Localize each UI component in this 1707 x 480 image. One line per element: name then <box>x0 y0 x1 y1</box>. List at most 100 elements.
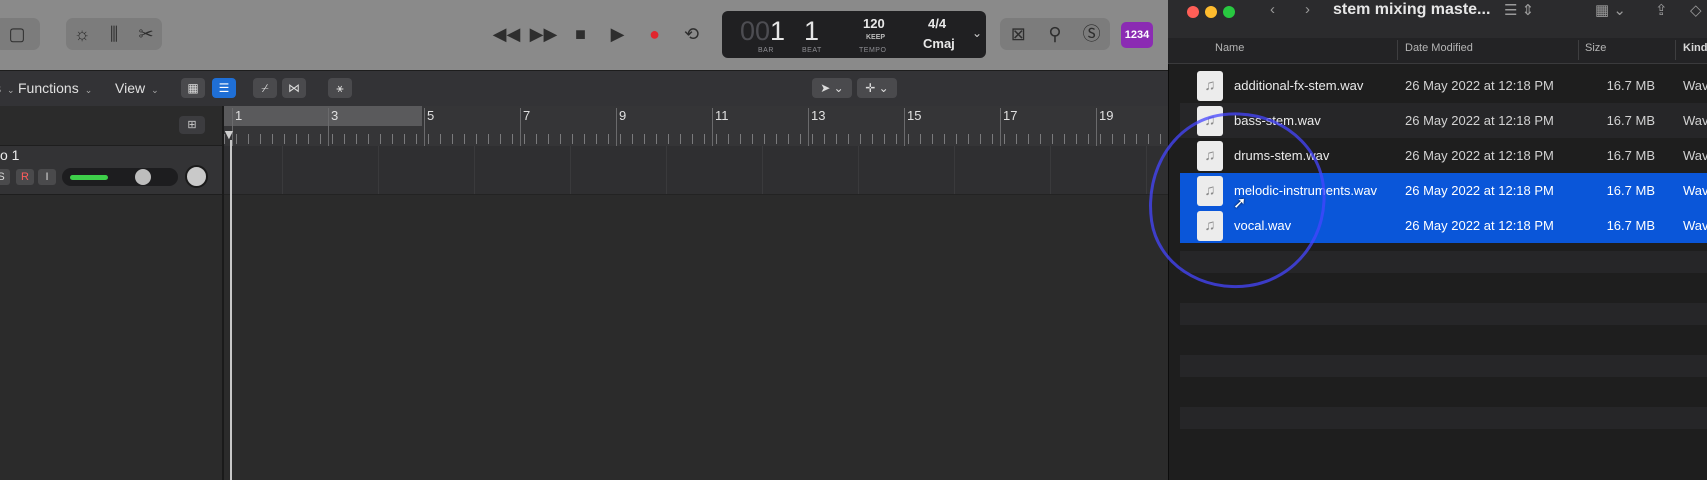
file-date-modified: 26 May 2022 at 12:18 PM <box>1405 218 1554 233</box>
automation-icon[interactable]: ⌿ <box>253 78 277 98</box>
view-menu[interactable]: View ⌄ <box>115 77 159 99</box>
file-kind: Wav <box>1683 218 1707 233</box>
ruler-bar-number: 15 <box>907 108 922 123</box>
ruler-bar-number: 7 <box>523 108 531 123</box>
share-icon[interactable]: ⇪ <box>1655 1 1668 19</box>
lane-grid-line <box>474 146 475 194</box>
zoom-window-icon[interactable] <box>1223 6 1235 18</box>
ruler-ticks <box>224 134 1168 144</box>
ruler-bar-line <box>1096 108 1097 146</box>
grid-view-icon[interactable]: ▦ ⌄ <box>1595 1 1626 19</box>
minimize-window-icon[interactable] <box>1205 6 1217 18</box>
add-track-icon[interactable]: ⊞ <box>179 116 205 134</box>
finder-window-title: stem mixing maste... <box>1333 1 1491 18</box>
playhead[interactable] <box>230 140 232 480</box>
library-icon[interactable]: ▢ <box>3 18 31 50</box>
chevron-down-icon: ⌄ <box>7 85 15 95</box>
ruler-bar-line <box>712 108 713 146</box>
lcd-time-signature: 4/4 <box>928 16 947 31</box>
column-kind[interactable]: Kind <box>1683 42 1707 54</box>
ruler-bar-number: 3 <box>331 108 339 123</box>
tag-icon[interactable]: ◇ <box>1690 1 1702 19</box>
track-lane[interactable] <box>224 146 1168 195</box>
grid-view-toggle-icon[interactable]: ▦ <box>181 78 205 98</box>
lcd-chevron-down-icon[interactable]: ⌄ <box>972 26 982 40</box>
tracks-menubar <box>0 70 1168 107</box>
cycle-region[interactable] <box>224 106 422 126</box>
list-view-toggle-icon[interactable]: ☰ <box>212 78 236 98</box>
list-view-icon[interactable]: ☰ ⇕ <box>1504 1 1534 19</box>
input-monitor-button[interactable]: I <box>38 169 56 185</box>
column-separator[interactable] <box>1675 40 1676 60</box>
file-kind: Wav <box>1683 78 1707 93</box>
solo-button[interactable]: S <box>0 169 10 185</box>
lcd-bar: 001 <box>740 16 786 46</box>
lcd-tempo: 120 <box>863 16 885 31</box>
lane-grid-line <box>1146 146 1147 194</box>
column-separator[interactable] <box>1397 40 1398 60</box>
tuner-icon[interactable]: ⚲ <box>1041 18 1069 50</box>
transport-controls: ◀◀ ▶▶ ■ ▶ ● ⟲ <box>488 18 710 50</box>
ruler-bar-number: 11 <box>715 108 729 123</box>
record-enable-button[interactable]: R <box>16 169 34 185</box>
ruler-bar-number: 17 <box>1003 108 1018 123</box>
column-date-modified[interactable]: Date Modified <box>1405 42 1473 54</box>
play-icon[interactable]: ▶ <box>604 18 632 50</box>
empty-list-row <box>1180 329 1707 351</box>
metronome-icon[interactable]: Ⓢ <box>1078 18 1106 50</box>
cycle-icon[interactable]: ⟲ <box>678 18 706 50</box>
column-separator[interactable] <box>1578 40 1579 60</box>
file-row[interactable]: ♫ additional-fx-stem.wav 26 May 2022 at 12… <box>1180 68 1707 103</box>
pan-knob[interactable] <box>185 165 208 188</box>
pointer-tool-icon[interactable]: ➤ ⌄ <box>812 78 852 98</box>
ruler-bar-number: 9 <box>619 108 627 123</box>
volume-fader-knob[interactable] <box>135 169 151 185</box>
volume-fader-level <box>70 175 108 180</box>
stop-icon[interactable]: ■ <box>567 18 595 50</box>
playhead-handle-icon[interactable]: ▼ <box>222 126 236 142</box>
ruler-bar-number: 1 <box>235 108 243 123</box>
file-kind: Wav <box>1683 148 1707 163</box>
lcd-beat-label: BEAT <box>802 47 822 54</box>
brightness-icon[interactable]: ☼ <box>68 18 96 50</box>
ruler-bar-line <box>328 108 329 146</box>
record-icon[interactable]: ● <box>641 18 669 50</box>
lane-grid-line <box>378 146 379 194</box>
empty-list-row <box>1180 381 1707 403</box>
file-date-modified: 26 May 2022 at 12:18 PM <box>1405 113 1554 128</box>
catch-icon[interactable]: ⚹ <box>328 78 352 98</box>
functions-menu[interactable]: Functions ⌄ <box>18 77 92 99</box>
empty-list-row <box>1180 303 1707 325</box>
rewind-icon[interactable]: ◀◀ <box>493 18 521 50</box>
empty-list-row <box>1180 433 1707 455</box>
forward-icon[interactable]: › <box>1305 1 1310 18</box>
file-date-modified: 26 May 2022 at 12:18 PM <box>1405 78 1554 93</box>
lcd-display[interactable]: 001 1 BAR BEAT 120 KEEP TEMPO 4/4 Cmaj <box>722 11 986 58</box>
file-size: 16.7 MB <box>1606 183 1655 198</box>
column-size[interactable]: Size <box>1585 42 1606 54</box>
file-size: 16.7 MB <box>1606 78 1655 93</box>
fast-forward-icon[interactable]: ▶▶ <box>530 18 558 50</box>
lane-grid-line <box>762 146 763 194</box>
lcd-tempo-label: TEMPO <box>859 47 887 54</box>
crosshair-tool-icon[interactable]: ✛ ⌄ <box>857 78 897 98</box>
ruler-bar-number: 19 <box>1099 108 1114 123</box>
close-square-icon[interactable]: ⊠ <box>1004 18 1032 50</box>
scissors-icon[interactable]: ✂ <box>132 18 160 50</box>
empty-list-row <box>1180 407 1707 429</box>
ruler-bar-number: 5 <box>427 108 435 123</box>
count-in-badge[interactable]: 1234 <box>1121 22 1153 48</box>
chevron-down-icon: ⌄ <box>151 85 159 95</box>
file-date-modified: 26 May 2022 at 12:18 PM <box>1405 148 1554 163</box>
file-size: 16.7 MB <box>1606 218 1655 233</box>
back-icon[interactable]: ‹ <box>1270 1 1275 18</box>
lane-grid-line <box>282 146 283 194</box>
mixer-icon[interactable]: ⫼ <box>100 18 128 50</box>
close-window-icon[interactable] <box>1187 6 1199 18</box>
flex-icon[interactable]: ⋈ <box>282 78 306 98</box>
empty-list-row <box>1180 355 1707 377</box>
column-name[interactable]: Name <box>1215 42 1244 54</box>
ruler-bar-number: 13 <box>811 108 826 123</box>
edit-menu-fragment[interactable]: s⌄ <box>0 77 15 99</box>
file-kind: Wav <box>1683 183 1707 198</box>
